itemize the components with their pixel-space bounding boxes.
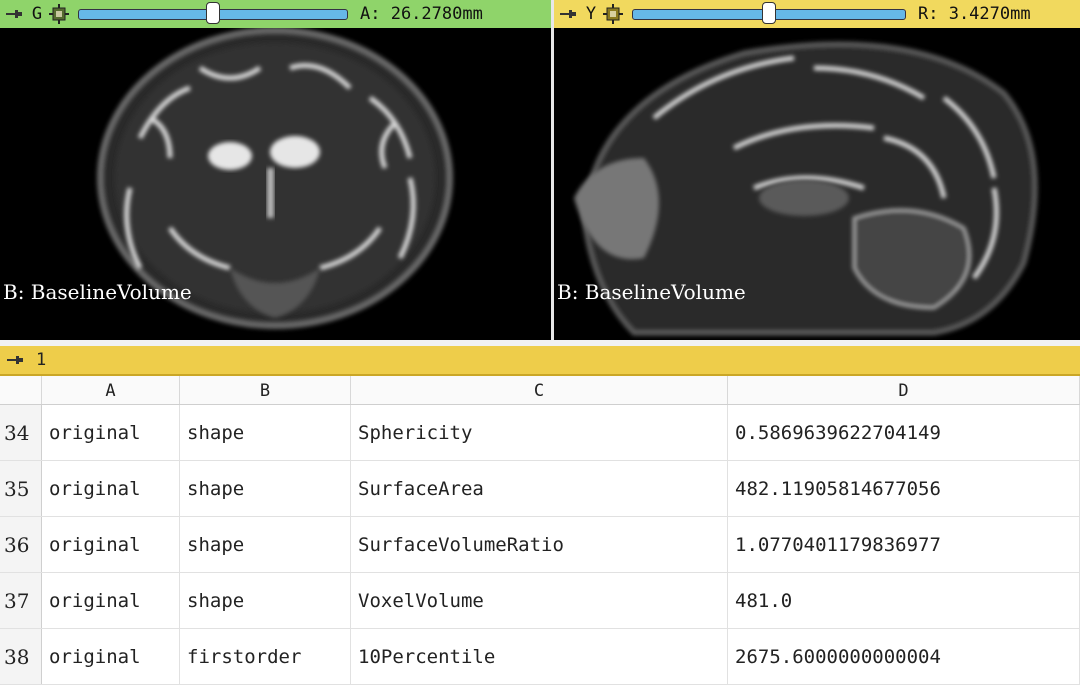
- slider-handle[interactable]: [206, 2, 220, 24]
- results-table: A B C D 34 original shape Sphericity 0.5…: [0, 376, 1080, 685]
- table-cell[interactable]: shape: [180, 517, 351, 572]
- table-cell[interactable]: original: [42, 405, 180, 460]
- table-cell[interactable]: SurfaceArea: [351, 461, 728, 516]
- view-letter: G: [31, 4, 43, 24]
- row-number[interactable]: 34: [0, 405, 42, 460]
- table-cell[interactable]: 0.5869639622704149: [728, 405, 1080, 460]
- volume-label: B: BaselineVolume: [3, 280, 192, 304]
- pin-icon: [6, 10, 22, 18]
- table-row[interactable]: 34 original shape Sphericity 0.586963962…: [0, 405, 1080, 461]
- table-controller-bar: 1: [0, 346, 1080, 376]
- table-cell[interactable]: VoxelVolume: [351, 573, 728, 628]
- table-row[interactable]: 36 original shape SurfaceVolumeRatio 1.0…: [0, 517, 1080, 573]
- row-number[interactable]: 37: [0, 573, 42, 628]
- corner-cell[interactable]: [0, 376, 42, 404]
- view-letter: Y: [585, 4, 597, 24]
- pin-icon: [7, 356, 23, 364]
- table-cell[interactable]: original: [42, 461, 180, 516]
- column-header-b[interactable]: B: [180, 376, 351, 404]
- slice-controller-bar-yellow: Y R: 3.4270mm: [554, 0, 1080, 28]
- volume-label: B: BaselineVolume: [557, 280, 746, 304]
- slice-offset-slider[interactable]: [632, 0, 906, 28]
- table-cell[interactable]: original: [42, 629, 180, 684]
- slice-view-yellow[interactable]: Y R: 3.4270mm B: BaselineVolume: [554, 0, 1080, 340]
- table-row[interactable]: 35 original shape SurfaceArea 482.119058…: [0, 461, 1080, 517]
- table-cell[interactable]: 482.11905814677056: [728, 461, 1080, 516]
- column-header-d[interactable]: D: [728, 376, 1080, 404]
- table-row[interactable]: 38 original firstorder 10Percentile 2675…: [0, 629, 1080, 685]
- table-cell[interactable]: shape: [180, 405, 351, 460]
- slice-controller-bar-green: G A: 26.2780mm: [0, 0, 551, 28]
- table-cell[interactable]: 10Percentile: [351, 629, 728, 684]
- slice-offset-value: R: 3.4270mm: [918, 4, 1031, 24]
- pin-button[interactable]: [0, 0, 28, 28]
- pin-button[interactable]: [0, 346, 30, 374]
- column-header-row: A B C D: [0, 376, 1080, 405]
- fit-to-window-icon: [49, 4, 69, 24]
- fit-to-window-button[interactable]: [46, 0, 72, 28]
- slider-handle[interactable]: [762, 2, 776, 24]
- row-number[interactable]: 38: [0, 629, 42, 684]
- table-view-number: 1: [36, 350, 47, 370]
- column-header-a[interactable]: A: [42, 376, 180, 404]
- table-cell[interactable]: 1.0770401179836977: [728, 517, 1080, 572]
- column-header-c[interactable]: C: [351, 376, 728, 404]
- row-number[interactable]: 36: [0, 517, 42, 572]
- row-number[interactable]: 35: [0, 461, 42, 516]
- pin-icon: [560, 10, 576, 18]
- table-cell[interactable]: 481.0: [728, 573, 1080, 628]
- pin-button[interactable]: [554, 0, 582, 28]
- slice-offset-value: A: 26.2780mm: [360, 4, 483, 24]
- table-cell[interactable]: shape: [180, 573, 351, 628]
- slice-view-green[interactable]: G A: 26.2780mm B: BaselineVolume: [0, 0, 551, 340]
- table-cell[interactable]: SurfaceVolumeRatio: [351, 517, 728, 572]
- slice-offset-slider[interactable]: [78, 0, 348, 28]
- fit-to-window-icon: [603, 4, 623, 24]
- table-cell[interactable]: Sphericity: [351, 405, 728, 460]
- fit-to-window-button[interactable]: [600, 0, 626, 28]
- table-cell[interactable]: firstorder: [180, 629, 351, 684]
- table-cell[interactable]: 2675.6000000000004: [728, 629, 1080, 684]
- table-cell[interactable]: shape: [180, 461, 351, 516]
- table-cell[interactable]: original: [42, 573, 180, 628]
- table-cell[interactable]: original: [42, 517, 180, 572]
- table-row[interactable]: 37 original shape VoxelVolume 481.0: [0, 573, 1080, 629]
